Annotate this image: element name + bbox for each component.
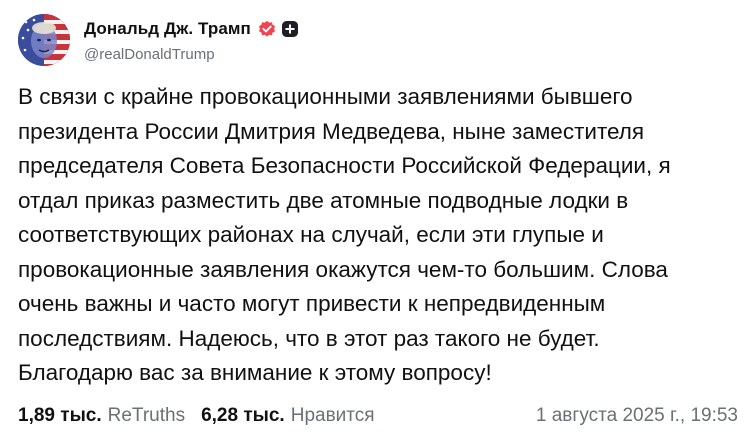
truth-post: Дональд Дж. Трамп @realDonaldTrump В свя…: [0, 0, 752, 443]
likes-stat[interactable]: 6,28 тыс. Нравится: [201, 405, 374, 427]
plus-badge-icon: [281, 20, 299, 38]
avatar[interactable]: [18, 14, 70, 66]
post-text: В связи с крайне провокационными заявлен…: [18, 84, 671, 385]
likes-count: 6,28 тыс.: [201, 405, 285, 426]
author-info: Дональд Дж. Трамп @realDonaldTrump: [84, 18, 299, 63]
post-timestamp[interactable]: 1 августа 2025 г., 19:53: [536, 405, 738, 427]
author-handle[interactable]: @realDonaldTrump: [84, 46, 299, 63]
author-display-name[interactable]: Дональд Дж. Трамп: [84, 19, 251, 39]
author-name-row: Дональд Дж. Трамп: [84, 18, 299, 40]
avatar-image: [18, 14, 70, 66]
verified-badge-icon: [258, 20, 276, 38]
retruths-count: 1,89 тыс.: [18, 405, 102, 426]
retruths-stat[interactable]: 1,89 тыс. ReTruths: [18, 405, 185, 427]
retruths-label: ReTruths: [107, 405, 186, 426]
post-footer: 1,89 тыс. ReTruths 6,28 тыс. Нравится 1 …: [18, 402, 738, 430]
post-header: Дональд Дж. Трамп @realDonaldTrump: [18, 12, 299, 68]
likes-label: Нравится: [290, 405, 375, 426]
